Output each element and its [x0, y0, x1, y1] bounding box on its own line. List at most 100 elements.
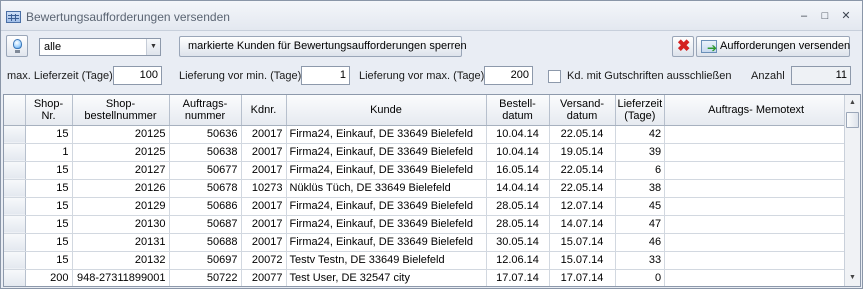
- gutschriften-label: Kd. mit Gutschriften ausschließen: [567, 70, 732, 82]
- table-cell: 20127: [72, 161, 170, 180]
- max-lieferzeit-input[interactable]: 100: [113, 66, 162, 85]
- table-cell: [664, 251, 849, 270]
- column-header[interactable]: Kdnr.: [241, 95, 287, 126]
- table-row[interactable]: 200 948-27311899001 50722 20077 Test User, D…: [4, 269, 849, 286]
- scroll-thumb[interactable]: [846, 112, 859, 128]
- table-cell: 20132: [72, 251, 170, 270]
- table-cell: 6: [615, 161, 666, 180]
- column-header[interactable]: Shop-Nr.: [25, 95, 73, 126]
- table-row[interactable]: 15 20131 50688 20017 Firma24, Einkauf, DE 33…: [4, 233, 849, 252]
- table-row[interactable]: 15 20130 50687 20017 Firma24, Einkauf, DE 33…: [4, 215, 849, 234]
- delete-button[interactable]: ✖: [672, 36, 694, 57]
- filter-select[interactable]: alle ▼: [39, 38, 161, 56]
- table-row[interactable]: 15 20126 50678 10273 Nüklüs Tüch, DE 33649 B…: [4, 179, 849, 198]
- table-cell: 15.07.14: [549, 233, 616, 252]
- table-cell: 22.05.14: [549, 179, 616, 198]
- table-cell: 12.07.14: [549, 197, 616, 216]
- table-cell: 50638: [169, 143, 242, 162]
- row-selector[interactable]: [4, 251, 26, 270]
- orders-grid[interactable]: Shop-Nr. Shop-bestellnummer Auftrags-num…: [3, 94, 861, 287]
- delete-x-icon: ✖: [677, 38, 691, 55]
- table-row[interactable]: 15 20125 50636 20017 Firma24, Einkauf, DE 33…: [4, 125, 849, 144]
- table-cell: 50687: [169, 215, 242, 234]
- column-header[interactable]: Shop-bestellnummer: [72, 95, 170, 126]
- row-selector[interactable]: [4, 161, 26, 180]
- table-row[interactable]: 15 20127 50677 20017 Firma24, Einkauf, DE 33…: [4, 161, 849, 180]
- row-selector[interactable]: [4, 215, 26, 234]
- table-cell: 50677: [169, 161, 242, 180]
- table-cell: 15: [25, 215, 73, 234]
- main-window: Bewertungsaufforderungen versenden – □ ✕…: [0, 0, 863, 289]
- table-cell: Nüklüs Tüch, DE 33649 Bielefeld: [286, 179, 487, 198]
- scroll-down-icon[interactable]: ▼: [845, 270, 860, 286]
- table-cell: 20017: [241, 125, 287, 144]
- column-header[interactable]: Lieferzeit (Tage): [615, 95, 666, 126]
- column-header[interactable]: Auftrags- Memotext: [664, 95, 849, 126]
- table-row[interactable]: 15 20129 50686 20017 Firma24, Einkauf, DE 33…: [4, 197, 849, 216]
- maximize-button[interactable]: □: [818, 9, 832, 23]
- table-cell: 20017: [241, 197, 287, 216]
- vertical-scrollbar[interactable]: ▲ ▼: [844, 95, 860, 286]
- table-header-row: Shop-Nr. Shop-bestellnummer Auftrags-num…: [4, 95, 849, 126]
- close-button[interactable]: ✕: [839, 9, 853, 23]
- block-customers-button[interactable]: markierte Kunden für Bewertungsaufforder…: [179, 36, 467, 57]
- table-cell: 15: [25, 251, 73, 270]
- row-selector[interactable]: [4, 143, 26, 162]
- table-cell: 12.06.14: [486, 251, 550, 270]
- table-cell: 0: [615, 269, 666, 286]
- table-cell: 15.07.14: [549, 251, 616, 270]
- row-selector[interactable]: [4, 269, 26, 286]
- lightbulb-button[interactable]: [6, 35, 28, 57]
- column-header[interactable]: Auftrags-nummer: [169, 95, 242, 126]
- lieferung-min-label: Lieferung vor min. (Tage): [179, 70, 302, 82]
- title-bar: Bewertungsaufforderungen versenden – □ ✕: [1, 1, 862, 31]
- table-cell: 50686: [169, 197, 242, 216]
- table-cell: 19.05.14: [549, 143, 616, 162]
- window-title: Bewertungsaufforderungen versenden: [26, 10, 230, 24]
- table-cell: 20017: [241, 161, 287, 180]
- table-cell: 46: [615, 233, 666, 252]
- minimize-button[interactable]: –: [797, 9, 811, 23]
- table-cell: 1: [25, 143, 73, 162]
- table-cell: 14.04.14: [486, 179, 550, 198]
- scroll-up-icon[interactable]: ▲: [845, 95, 860, 111]
- gutschriften-checkbox[interactable]: [548, 70, 561, 83]
- table-cell: 28.05.14: [486, 197, 550, 216]
- table-cell: 10.04.14: [486, 143, 550, 162]
- column-header[interactable]: Bestell-datum: [486, 95, 550, 126]
- table-cell: [664, 233, 849, 252]
- row-selector[interactable]: [4, 125, 26, 144]
- table-cell: Test User, DE 32547 city: [286, 269, 487, 286]
- table-cell: Testv Testn, DE 33649 Bielefeld: [286, 251, 487, 270]
- table-cell: 20126: [72, 179, 170, 198]
- table-cell: [664, 215, 849, 234]
- row-selector[interactable]: [4, 197, 26, 216]
- column-header[interactable]: Kunde: [286, 95, 487, 126]
- max-lieferzeit-label: max. Lieferzeit (Tage): [7, 70, 113, 82]
- row-selector[interactable]: [4, 179, 26, 198]
- table-cell: 33: [615, 251, 666, 270]
- table-cell: 50722: [169, 269, 242, 286]
- table-cell: 22.05.14: [549, 125, 616, 144]
- table-row[interactable]: 15 20132 50697 20072 Testv Testn, DE 33649 B…: [4, 251, 849, 270]
- lieferung-min-input[interactable]: 1: [301, 66, 350, 85]
- lieferung-max-input[interactable]: 200: [484, 66, 533, 85]
- send-requests-button[interactable]: Aufforderungen versenden: [696, 36, 851, 58]
- table-cell: [664, 143, 849, 162]
- table-cell: 14.07.14: [549, 215, 616, 234]
- row-selector-header: [4, 95, 26, 126]
- table-cell: [664, 161, 849, 180]
- table-cell: 50636: [169, 125, 242, 144]
- row-selector[interactable]: [4, 233, 26, 252]
- table-row[interactable]: 1 20125 50638 20017 Firma24, Einkauf, DE 336…: [4, 143, 849, 162]
- anzahl-field: 11: [791, 66, 851, 85]
- table-cell: 28.05.14: [486, 215, 550, 234]
- table-cell: 15: [25, 233, 73, 252]
- table-cell: 38: [615, 179, 666, 198]
- table-cell: 20131: [72, 233, 170, 252]
- table-cell: Firma24, Einkauf, DE 33649 Bielefeld: [286, 125, 487, 144]
- table-cell: [664, 125, 849, 144]
- send-requests-label: Aufforderungen versenden: [720, 40, 851, 52]
- table-cell: 17.07.14: [549, 269, 616, 286]
- column-header[interactable]: Versand-datum: [549, 95, 616, 126]
